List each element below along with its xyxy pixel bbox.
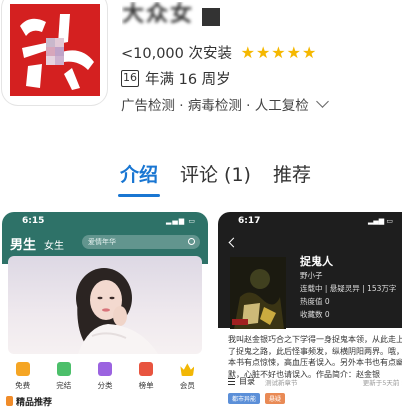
category-vip[interactable]: 会员 <box>180 362 195 391</box>
category-label: 分类 <box>97 381 113 390</box>
category-complete[interactable]: 完结 <box>56 362 71 391</box>
screenshot-home[interactable]: 6:15 ▂▄▆ ▭ 男生 女生 爱情年华 免费 完结 分类 榜单 会员 精品推… <box>2 212 208 412</box>
search-placeholder: 爱情年华 <box>88 238 116 246</box>
install-row: <10,000 次安装 ★★★★★ <box>121 42 317 63</box>
category-grid: 免费 完结 分类 榜单 会员 <box>2 362 208 391</box>
book-cover[interactable] <box>230 257 286 329</box>
book-tag[interactable]: 都市异能 <box>228 393 261 404</box>
book-title: 捉鬼人 <box>300 255 333 268</box>
install-count: <10,000 次安装 <box>121 46 232 62</box>
status-bar: 6:15 ▂▄▆ ▭ <box>2 212 208 230</box>
book-status: 连载中 | 悬疑灵异 | 153万字 <box>300 284 397 293</box>
category-ranking[interactable]: 榜单 <box>139 362 154 391</box>
status-time: 6:15 <box>22 216 45 226</box>
toc-label: 目录 <box>239 377 255 386</box>
tab-boy[interactable]: 男生 <box>10 234 36 253</box>
list-icon <box>228 378 235 385</box>
section-marker-icon <box>6 396 13 406</box>
screenshot-book-detail[interactable]: 6:17 ▂▄▆ ▭ 捉鬼人 野小子 连载中 | 悬疑灵异 | 153万字 热度… <box>218 212 402 412</box>
book-collection: 收藏数 0 <box>300 310 330 319</box>
age-rating-row: 16 年满 16 周岁 <box>121 68 231 89</box>
category-label: 完结 <box>56 381 72 390</box>
woman-portrait-illustration <box>76 268 158 354</box>
tab-reviews[interactable]: 评论 (1) <box>180 160 251 187</box>
category-free[interactable]: 免费 <box>15 362 30 391</box>
status-time: 6:17 <box>238 216 261 226</box>
book-description: 我叫赵金银巧合之下学得一身捉鬼本领，从此走上了捉鬼之路，此后怪事频发，纵横阴阳两… <box>228 335 402 379</box>
tab-girl[interactable]: 女生 <box>44 237 64 252</box>
category-label: 榜单 <box>138 381 154 390</box>
book-author: 野小子 <box>300 271 323 280</box>
vip-crown-icon <box>180 363 195 376</box>
section-title-text: 精品推荐 <box>16 398 53 408</box>
table-of-contents-row[interactable]: 目录 测试新章节 更新于5天前 › <box>228 376 402 387</box>
tab-intro[interactable]: 介绍 <box>117 160 161 197</box>
security-checks-text: 广告检测 · 病毒检测 · 人工复检 <box>121 98 309 114</box>
free-icon <box>15 362 30 376</box>
toc-update-time: 更新于5天前 › <box>362 379 402 387</box>
book-tag[interactable]: 悬疑 <box>265 393 286 404</box>
banner-image[interactable] <box>8 256 202 354</box>
category-label: 会员 <box>179 381 195 390</box>
search-input[interactable]: 爱情年华 <box>82 235 200 249</box>
book-popularity: 热度值 0 <box>300 297 330 306</box>
age-rating-text: 年满 16 周岁 <box>145 72 231 88</box>
app-icon <box>2 0 107 105</box>
chevron-down-icon[interactable] <box>315 95 329 108</box>
category-label: 免费 <box>15 381 31 390</box>
search-icon[interactable] <box>188 238 195 245</box>
book-cover-art <box>230 257 286 329</box>
signal-battery-icon: ▂▄▆ ▭ <box>166 217 196 225</box>
app-title: 大众女 <box>122 2 232 28</box>
title-mosaic-block <box>202 8 220 26</box>
book-tags: 都市异能 悬疑 <box>228 393 290 404</box>
rating-stars: ★★★★★ <box>240 43 318 62</box>
security-checks[interactable]: 广告检测 · 病毒检测 · 人工复检 <box>121 94 329 114</box>
age-badge-icon: 16 <box>121 70 139 87</box>
detail-tabs: 介绍 评论 (1) 推荐 <box>117 160 333 197</box>
signal-battery-icon: ▂▄▆ ▭ <box>368 217 393 225</box>
complete-icon <box>56 362 71 376</box>
category-classify[interactable]: 分类 <box>97 362 112 391</box>
app-logo <box>10 4 100 96</box>
toc-latest-chapter: 测试新章节 <box>265 378 298 387</box>
gender-tabs: 男生 女生 <box>10 234 64 253</box>
tab-recommend[interactable]: 推荐 <box>273 160 311 187</box>
app-title-text: 大众女 <box>122 2 195 27</box>
ranking-icon <box>139 362 154 376</box>
category-icon <box>97 362 112 376</box>
